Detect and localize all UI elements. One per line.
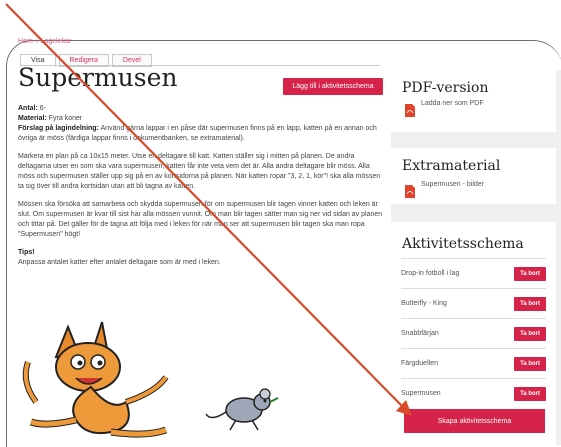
mouse-drawing <box>205 388 279 431</box>
extramaterial-heading: Extramaterial <box>402 158 501 174</box>
tips-text: Anpassa antalet katter efter antalet del… <box>18 259 221 266</box>
pdf-card: PDF-version Ladda ner som PDF <box>391 70 556 132</box>
list-item: Snabbfärjan Ta bort <box>401 318 546 348</box>
pdf-heading: PDF-version <box>402 80 489 96</box>
forslag-label: Förslag på lagindelning: <box>18 125 99 132</box>
list-item: Drop-in fotboll i lag Ta bort <box>401 258 546 288</box>
schedule-list: Drop-in fotboll i lag Ta bort Butterfly … <box>401 258 546 408</box>
extramaterial-link[interactable]: Supermusen - bilder <box>421 181 484 188</box>
delete-button[interactable]: Ta bort <box>514 386 546 401</box>
page-title: Supermusen <box>18 63 178 92</box>
list-item: Färgduellen Ta bort <box>401 348 546 378</box>
delete-button[interactable]: Ta bort <box>514 266 546 281</box>
list-item: Supermusen Ta bort <box>401 378 546 408</box>
activity-description: Antal: 6- Material: Fyra koner Förslag p… <box>18 104 383 276</box>
list-item: Butterfly - King Ta bort <box>401 288 546 318</box>
add-to-schedule-button[interactable]: Lägg till i aktivitetsschema <box>283 78 383 95</box>
schedule-item-label: Supermusen <box>401 390 441 397</box>
pdf-icon <box>405 185 415 198</box>
schedule-heading: Aktivitetsschema <box>402 236 524 252</box>
pdf-download-link[interactable]: Ladda ner som PDF <box>421 100 484 107</box>
delete-button[interactable]: Ta bort <box>514 356 546 371</box>
antal-label: Antal: <box>18 105 38 112</box>
material-label: Material: <box>18 115 47 122</box>
tips-label: Tips! <box>18 249 35 256</box>
breadcrumb[interactable]: Hem » Lagelekar <box>18 38 71 45</box>
pdf-icon <box>405 104 415 117</box>
schedule-item-label: Färgduellen <box>401 360 438 367</box>
schedule-item-label: Snabbfärjan <box>401 330 439 337</box>
extramaterial-card: Extramaterial Supermusen - bilder <box>391 148 556 204</box>
schedule-item-label: Drop-in fotboll i lag <box>401 270 460 277</box>
antal-value: 6- <box>39 105 47 112</box>
schedule-item-label: Butterfly - King <box>401 300 447 307</box>
description-paragraph-1: Markera en plan på ca 10x15 meter. Utse … <box>18 153 381 190</box>
create-schedule-button[interactable]: Skapa aktivitetsschema <box>404 409 545 433</box>
cat-and-mouse-illustration <box>22 321 279 438</box>
delete-button[interactable]: Ta bort <box>514 326 546 341</box>
material-value: Fyra koner <box>48 115 83 122</box>
cat-drawing <box>22 321 169 438</box>
delete-button[interactable]: Ta bort <box>514 296 546 311</box>
description-paragraph-2: Mössen ska försöka att samarbeta och sky… <box>18 201 383 238</box>
